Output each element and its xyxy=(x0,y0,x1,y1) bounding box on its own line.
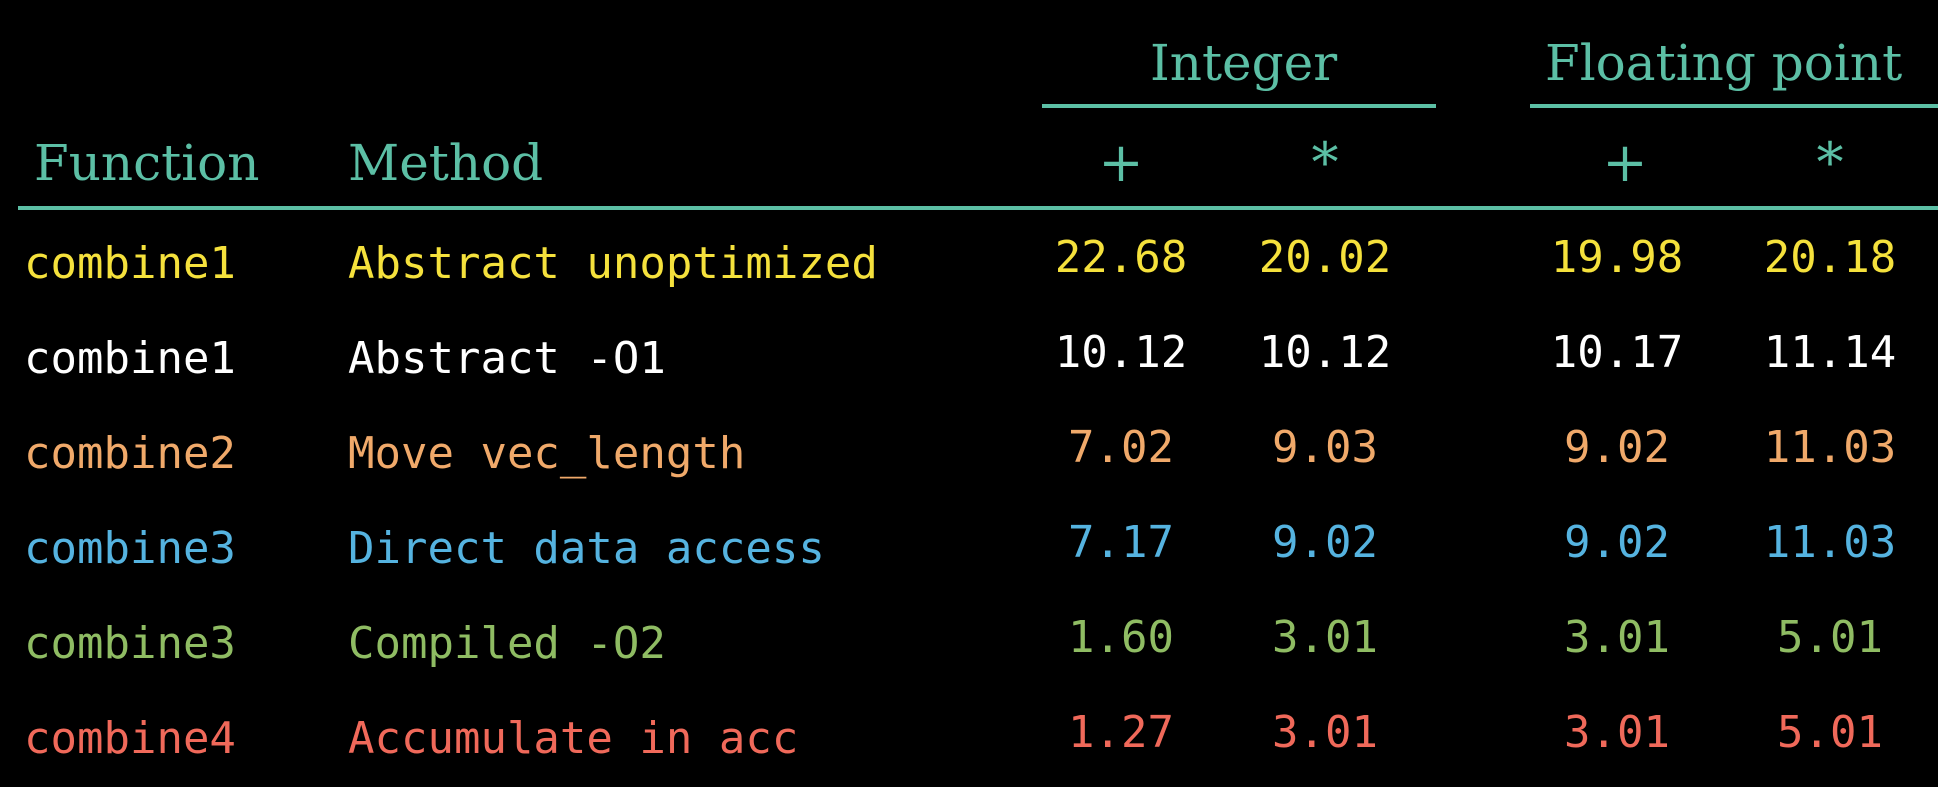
cell-value: 11.14 xyxy=(1763,327,1897,378)
table-row: combine4 Accumulate in acc 1.27 3.01 3.01 5.0… xyxy=(0,709,1938,779)
cell-value: 9.02 xyxy=(1564,422,1670,473)
cell-value: 7.02 xyxy=(1068,422,1174,473)
column-header-function: Function xyxy=(34,134,260,192)
table-row: combine1 Abstract -O1 10.12 10.12 10.17 11.14 xyxy=(0,329,1938,399)
cell-value: 9.03 xyxy=(1272,422,1378,473)
table-row: combine2 Move vec_length 7.02 9.03 9.02 11.03 xyxy=(0,424,1938,494)
group-header-floating-point: Floating point xyxy=(1545,34,1903,92)
cell-function: combine3 xyxy=(24,523,236,574)
cell-value: 10.12 xyxy=(1258,327,1392,378)
group-rule-floating-point xyxy=(1530,104,1938,108)
cell-value: 9.02 xyxy=(1272,517,1378,568)
cell-value: 10.17 xyxy=(1550,327,1684,378)
table-row: combine3 Direct data access 7.17 9.02 9.02 11… xyxy=(0,519,1938,589)
cell-value: 1.60 xyxy=(1068,612,1174,663)
cell-value: 3.01 xyxy=(1564,707,1670,758)
cell-value: 5.01 xyxy=(1777,612,1883,663)
cell-method: Move vec_length xyxy=(348,428,746,479)
cell-function: combine1 xyxy=(24,238,236,289)
cell-value: 19.98 xyxy=(1550,232,1684,283)
cell-value: 11.03 xyxy=(1763,422,1897,473)
cell-method: Direct data access xyxy=(348,523,825,574)
header-rule xyxy=(18,206,1938,210)
cell-value: 9.02 xyxy=(1564,517,1670,568)
cell-value: 20.02 xyxy=(1258,232,1392,283)
column-header-fp-add: + xyxy=(1602,131,1648,194)
cell-function: combine2 xyxy=(24,428,236,479)
cell-function: combine3 xyxy=(24,618,236,669)
cell-method: Abstract unoptimized xyxy=(348,238,878,289)
cell-value: 20.18 xyxy=(1763,232,1897,283)
cell-value: 22.68 xyxy=(1054,232,1188,283)
cell-value: 3.01 xyxy=(1272,707,1378,758)
cell-method: Abstract -O1 xyxy=(348,333,666,384)
cell-value: 5.01 xyxy=(1777,707,1883,758)
column-header-int-add: + xyxy=(1098,131,1144,194)
cell-method: Accumulate in acc xyxy=(348,713,799,764)
column-header-method: Method xyxy=(348,134,544,192)
cell-function: combine4 xyxy=(24,713,236,764)
cell-value: 11.03 xyxy=(1763,517,1897,568)
cell-value: 3.01 xyxy=(1272,612,1378,663)
group-header-integer: Integer xyxy=(1150,34,1338,92)
table-row: combine3 Compiled -O2 1.60 3.01 3.01 5.01 xyxy=(0,614,1938,684)
cell-function: combine1 xyxy=(24,333,236,384)
cell-value: 10.12 xyxy=(1054,327,1188,378)
column-header-int-mul: * xyxy=(1311,131,1339,194)
cell-method: Compiled -O2 xyxy=(348,618,666,669)
cell-value: 7.17 xyxy=(1068,517,1174,568)
column-header-fp-mul: * xyxy=(1816,131,1844,194)
cell-value: 1.27 xyxy=(1068,707,1174,758)
group-rule-integer xyxy=(1042,104,1436,108)
cell-value: 3.01 xyxy=(1564,612,1670,663)
table-row: combine1 Abstract unoptimized 22.68 20.02 19… xyxy=(0,234,1938,304)
